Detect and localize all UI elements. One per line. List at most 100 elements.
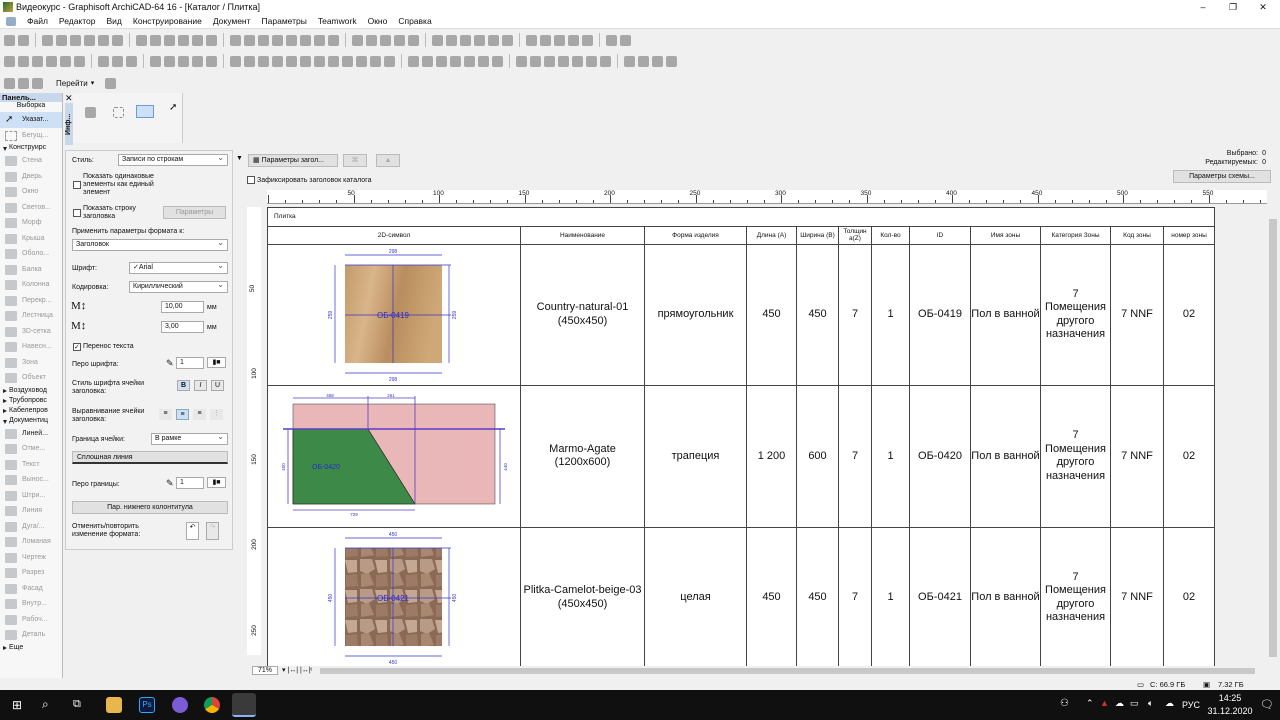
open-file-icon[interactable]	[18, 55, 29, 67]
align-objects-icon[interactable]: ▲	[376, 154, 400, 167]
toolbar-button-icon[interactable]	[42, 34, 53, 46]
cell-thickness[interactable]: 7	[838, 243, 872, 386]
cell-zone-name[interactable]: Пол в ванной	[970, 526, 1041, 669]
section-more[interactable]: Еще	[0, 643, 62, 653]
toolbar-button-icon[interactable]	[558, 55, 569, 67]
align-justify-icon[interactable]: ⋮	[210, 409, 223, 420]
design-tool[interactable]: Крыша	[0, 231, 62, 247]
table-tool-icon[interactable]	[85, 107, 96, 118]
toolbar-button-icon[interactable]	[244, 34, 255, 46]
column-header[interactable]: Толщин а(Z)	[838, 225, 872, 245]
document-tool[interactable]: Деталь	[0, 627, 62, 643]
menu-edit[interactable]: Редактор	[59, 14, 96, 28]
column-header[interactable]: 2D-символ	[267, 225, 521, 245]
toolbar-button-icon[interactable]	[436, 55, 447, 67]
new-file-icon[interactable]	[4, 55, 15, 67]
menu-help[interactable]: Справка	[398, 14, 431, 28]
toolbar-button-icon[interactable]	[492, 55, 503, 67]
toolbar-button-icon[interactable]	[314, 55, 325, 67]
people-icon[interactable]: ⚇	[1060, 698, 1069, 709]
horizontal-scrollbar[interactable]	[320, 668, 1255, 674]
cell-zone-num[interactable]: 02	[1163, 526, 1215, 669]
undo-format-button[interactable]: ↶	[186, 522, 199, 540]
border-color-swatch[interactable]: ▮■	[207, 477, 226, 488]
zoom-level[interactable]: 71%	[252, 666, 279, 675]
design-tool[interactable]: Балка	[0, 262, 62, 278]
toolbar-button-icon[interactable]	[178, 55, 189, 67]
toolbar-button-icon[interactable]	[230, 34, 241, 46]
column-header[interactable]: ID	[909, 225, 971, 245]
design-tool[interactable]: Зона	[0, 355, 62, 371]
section-ducts[interactable]: Воздуховод	[0, 386, 62, 396]
font-select[interactable]: ✓Arial	[129, 261, 228, 274]
toolbar-button-icon[interactable]	[164, 34, 175, 46]
column-header[interactable]: Имя зоны	[970, 225, 1041, 245]
toolbar-button-icon[interactable]	[328, 55, 339, 67]
design-tool[interactable]: Навесн...	[0, 339, 62, 355]
clock-time[interactable]: 14:25	[1213, 693, 1247, 703]
toolbar-button-icon[interactable]	[384, 55, 395, 67]
design-tool[interactable]: Лестница	[0, 308, 62, 324]
design-tool[interactable]: Морф	[0, 215, 62, 231]
show-same-checkbox[interactable]	[73, 181, 81, 189]
menu-document[interactable]: Документ	[213, 14, 251, 28]
bold-button[interactable]: B	[177, 380, 190, 391]
cell-qty[interactable]: 1	[871, 385, 910, 528]
document-tool[interactable]: Дуга/...	[0, 519, 62, 535]
cut-icon[interactable]	[60, 55, 71, 67]
document-tool[interactable]: Чертеж	[0, 550, 62, 566]
document-tool[interactable]: Внутр...	[0, 596, 62, 612]
toolbar-button-icon[interactable]	[258, 34, 269, 46]
cell-border-select[interactable]: В рамке	[151, 432, 228, 445]
photoshop-icon[interactable]: Ps	[139, 697, 155, 713]
toolbar-button-icon[interactable]	[150, 34, 161, 46]
toolbar-button-icon[interactable]	[446, 34, 457, 46]
design-tool[interactable]: 3D-сетка	[0, 324, 62, 340]
toolbar-button-icon[interactable]	[652, 55, 663, 67]
cell-id[interactable]: ОБ-0420	[909, 385, 971, 528]
cell-zone-code[interactable]: 7 NNF	[1110, 243, 1164, 386]
language-indicator[interactable]: РУС	[1182, 700, 1200, 710]
toolbar-button-icon[interactable]	[164, 55, 175, 67]
table-row[interactable]: ОБ-0421 450 450 450 450 Plitka-Camelot-beige…	[267, 526, 1215, 669]
align-left-icon[interactable]: ≡	[159, 409, 172, 420]
redo-format-button[interactable]: ↷	[206, 522, 219, 540]
design-tool[interactable]: Перекр...	[0, 293, 62, 309]
toolbar-button-icon[interactable]	[554, 34, 565, 46]
menu-file[interactable]: Файл	[27, 14, 48, 28]
document-tool[interactable]: Штри...	[0, 488, 62, 504]
line-type-select[interactable]: Сплошная линия	[72, 451, 228, 464]
toolbar-button-icon[interactable]	[136, 34, 147, 46]
font-pen-input[interactable]: 1	[176, 357, 204, 369]
table-row[interactable]: ОБ-0420 468 261 400 440 729 Marmo-Agate (1200…	[267, 385, 1215, 528]
start-icon[interactable]: ⊞	[12, 698, 22, 712]
cell-zone-name[interactable]: Пол в ванной	[970, 243, 1041, 386]
tool-marquee[interactable]: Бегущ...	[0, 128, 62, 144]
toolbar-button-icon[interactable]	[272, 55, 283, 67]
toolbar-button-icon[interactable]	[18, 34, 29, 46]
goto-button[interactable]: Перейти	[56, 79, 88, 88]
toolbar-button-icon[interactable]	[502, 34, 513, 46]
menu-window[interactable]: Окно	[368, 14, 388, 28]
underline-button[interactable]: U	[211, 380, 224, 391]
design-tool[interactable]: Дверь	[0, 169, 62, 185]
toolbar-button-icon[interactable]	[328, 34, 339, 46]
wrap-text-checkbox[interactable]: ✓	[73, 343, 81, 351]
toolbar-button-icon[interactable]	[370, 55, 381, 67]
document-tool[interactable]: Линия	[0, 503, 62, 519]
apply-format-select[interactable]: Заголовок	[72, 238, 228, 251]
cell-length[interactable]: 450	[746, 243, 797, 386]
column-header[interactable]: Кол-во	[871, 225, 910, 245]
align-right-icon[interactable]: ≡	[193, 409, 206, 420]
document-tool[interactable]: Вынос...	[0, 472, 62, 488]
archicad-task-icon[interactable]	[232, 693, 256, 717]
toolbar-button-icon[interactable]	[606, 34, 617, 46]
toolbar-button-icon[interactable]	[408, 34, 419, 46]
toolbar-button-icon[interactable]	[272, 34, 283, 46]
minimize-button[interactable]: –	[1188, 0, 1218, 14]
cell-name[interactable]: Marmo-Agate (1200x600)	[520, 385, 645, 528]
cell-zone-code[interactable]: 7 NNF	[1110, 526, 1164, 669]
toolbar-button-icon[interactable]	[488, 34, 499, 46]
toolbar-button-icon[interactable]	[516, 55, 527, 67]
column-header[interactable]: Код зоны	[1110, 225, 1164, 245]
